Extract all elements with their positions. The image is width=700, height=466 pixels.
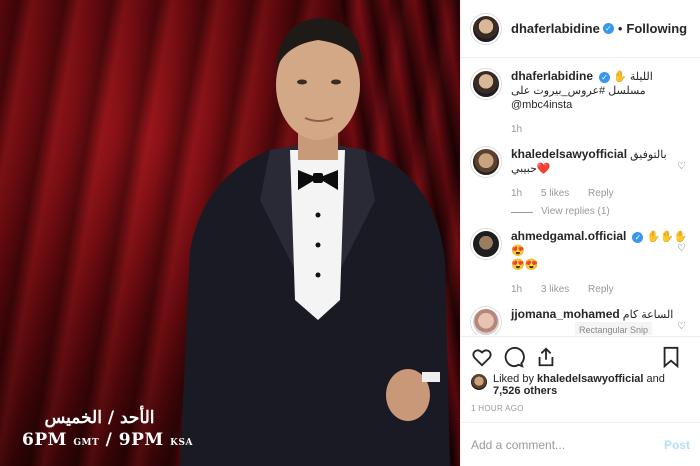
verified-icon: ✓ <box>632 231 644 243</box>
comment-input[interactable]: Add a comment... <box>471 438 565 452</box>
man-in-tuxedo-illustration <box>180 18 450 466</box>
following-button[interactable]: Following <box>626 21 687 36</box>
comment-body: ahmedgamal.official ✓ ✋✋✋😍 😍😍 1h 3 likes… <box>511 229 690 297</box>
reply-button[interactable]: Reply <box>588 188 614 199</box>
comment-text: ❤️حبيبي <box>511 163 551 175</box>
time-ksa: 9PM <box>118 430 164 450</box>
comment-text: مسلسل #عروس_بيروت على <box>511 85 646 97</box>
post-caption-overlay: الأحد / الخميس 6PM GMT / 9PM KSA <box>22 408 193 450</box>
liked-by-user[interactable]: khaledelsawyofficial <box>537 373 643 385</box>
avatar[interactable] <box>471 147 501 177</box>
comment-username[interactable]: khaledelsawyofficial <box>511 147 627 161</box>
share-icon[interactable] <box>535 346 557 368</box>
avatar[interactable] <box>471 374 487 390</box>
post-button[interactable]: Post <box>664 438 690 452</box>
avatar[interactable] <box>471 69 501 99</box>
comment-likes[interactable]: 3 likes <box>541 284 569 295</box>
comment-body: jjomana_mohamed الساعة كام Rectangular S… <box>511 307 690 335</box>
comment-text: الساعة كام <box>622 309 674 321</box>
avatar[interactable] <box>471 307 501 335</box>
like-comment-icon[interactable]: ♡ <box>677 243 686 254</box>
comment-time: 1h <box>511 124 523 135</box>
list-item: jjomana_mohamed الساعة كام Rectangular S… <box>471 307 690 335</box>
post-sidebar: dhaferlabidine ✓ • Following dhaferlabid… <box>460 0 700 466</box>
separator: • <box>617 21 623 36</box>
action-icons <box>471 343 690 371</box>
comment-meta: 1h 5 likes Reply <box>511 187 690 201</box>
comment-text: 😍😍 <box>511 259 539 271</box>
verified-icon: ✓ <box>599 71 611 83</box>
comment-username[interactable]: dhaferlabidine <box>511 69 593 83</box>
comment-likes[interactable]: 5 likes <box>541 188 569 199</box>
comment-text: بالتوفيق <box>630 149 667 161</box>
comment-meta: 1h 3 likes Reply <box>511 283 690 297</box>
post-actions: Liked by khaledelsawyofficial and 7,526 … <box>461 336 700 413</box>
avatar[interactable] <box>471 229 501 259</box>
comment-body: dhaferlabidine ✓ الليلة ✋ مسلسل #عروس_بي… <box>511 69 690 137</box>
comment-text: الليلة ✋ <box>613 71 653 83</box>
reply-button[interactable]: Reply <box>588 284 614 295</box>
comment-username[interactable]: ahmedgamal.official <box>511 229 626 243</box>
comment-meta: 1h <box>511 123 690 137</box>
comment-icon[interactable] <box>503 346 525 368</box>
post-photo[interactable]: الأحد / الخميس 6PM GMT / 9PM KSA <box>0 0 460 466</box>
comment-username[interactable]: jjomana_mohamed <box>511 307 620 321</box>
list-item: dhaferlabidine ✓ الليلة ✋ مسلسل #عروس_بي… <box>471 69 690 137</box>
post-header: dhaferlabidine ✓ • Following <box>461 0 700 58</box>
show-days: الأحد / الخميس <box>44 408 155 428</box>
verified-icon: ✓ <box>602 23 614 34</box>
list-item: khaledelsawyofficial بالتوفيق ❤️حبيبي 1h… <box>471 147 690 219</box>
time-gmt: 6PM <box>22 430 67 450</box>
likes-summary: Liked by khaledelsawyofficial and 7,526 … <box>471 373 690 397</box>
like-comment-icon[interactable]: ♡ <box>677 321 686 332</box>
add-comment-bar: Add a comment... Post <box>461 422 700 466</box>
instagram-post-modal: الأحد / الخميس 6PM GMT / 9PM KSA dhaferl… <box>0 0 700 466</box>
show-times: 6PM GMT / 9PM KSA <box>22 430 193 450</box>
liked-by-label: Liked by <box>493 373 534 385</box>
view-replies-label[interactable]: View replies (1) <box>541 205 610 219</box>
tz-gmt: GMT <box>73 438 100 448</box>
liked-and: and <box>646 373 665 385</box>
comments-list[interactable]: dhaferlabidine ✓ الليلة ✋ مسلسل #عروس_بي… <box>461 59 700 335</box>
like-comment-icon[interactable]: ♡ <box>677 161 686 172</box>
heart-icon[interactable] <box>471 346 493 368</box>
view-replies[interactable]: View replies (1) <box>511 205 690 219</box>
mention-link[interactable]: @mbc4insta <box>511 98 690 112</box>
comment-body: khaledelsawyofficial بالتوفيق ❤️حبيبي 1h… <box>511 147 690 219</box>
list-item: ahmedgamal.official ✓ ✋✋✋😍 😍😍 1h 3 likes… <box>471 229 690 297</box>
post-timestamp[interactable]: 1 HOUR AGO <box>471 404 690 413</box>
comment-time: 1h <box>511 188 523 199</box>
avatar[interactable] <box>471 13 501 44</box>
snip-tooltip: Rectangular Snip <box>575 322 653 335</box>
header-username[interactable]: dhaferlabidine <box>511 21 600 36</box>
likes-count[interactable]: 7,526 others <box>493 385 557 397</box>
bookmark-icon[interactable] <box>662 346 680 368</box>
tz-ksa: KSA <box>170 438 193 448</box>
comment-time: 1h <box>511 284 523 295</box>
